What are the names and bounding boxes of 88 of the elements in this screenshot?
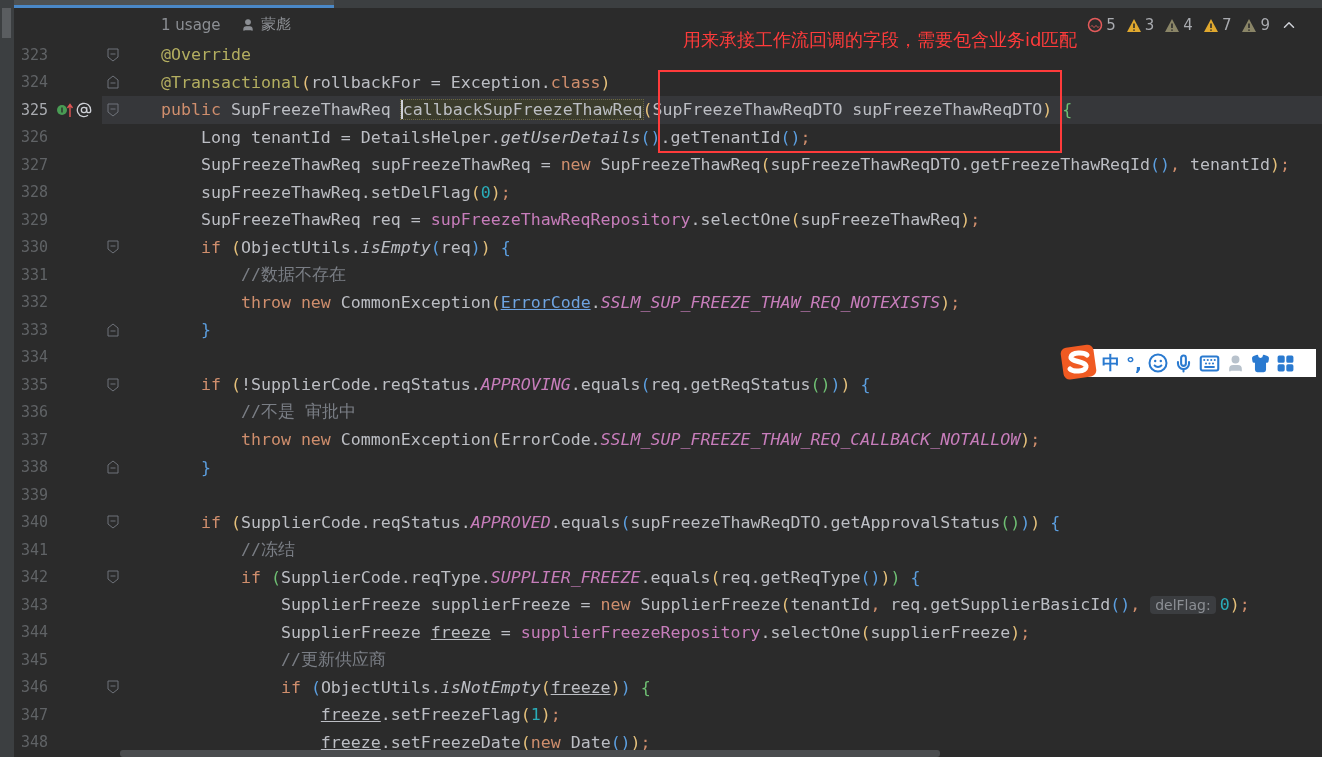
at-sign-icon[interactable]	[76, 101, 92, 118]
fold-icon[interactable]	[107, 570, 119, 585]
line-number: 327	[19, 155, 48, 174]
line-number: 324	[19, 73, 48, 92]
code-line: supFreezeThawReq.setDelFlag(0);	[199, 182, 511, 202]
code-line: if (ObjectUtils.isNotEmpty(freeze)) {	[279, 677, 651, 697]
code-line: //不是 审批中	[239, 401, 356, 424]
code-line: //更新供应商	[279, 648, 386, 671]
punctuation-toggle[interactable]: °,	[1126, 352, 1142, 374]
code-line: SupplierFreeze supplierFreeze = new SupplierFreeze(tenantId, req.getSupplierBasicId(),	[279, 595, 1142, 615]
code-line: 0);	[1219, 595, 1250, 615]
line-number: 336	[19, 403, 48, 422]
code-line: @Transactional(rollbackFor = Exception.class)	[161, 72, 611, 92]
line-number: 328	[19, 183, 48, 202]
line-number: 325	[19, 100, 48, 119]
keyboard-icon[interactable]	[1198, 352, 1220, 374]
problem-count[interactable]: 3	[1144, 16, 1155, 34]
line-number: 344	[19, 623, 48, 642]
code-line: Long tenantId = DetailsHelper.getUserDetails().getTenantId();	[199, 127, 811, 147]
fold-icon[interactable]	[107, 102, 119, 117]
warning-icon	[1241, 17, 1258, 33]
usage-count[interactable]: 1 usage	[161, 15, 221, 34]
problem-count[interactable]: 5	[1106, 16, 1116, 34]
line-number: 345	[19, 650, 48, 669]
fold-icon[interactable]	[107, 47, 119, 62]
fold-icon[interactable]	[107, 322, 119, 337]
line-number: 323	[19, 45, 48, 64]
line-number: 341	[19, 540, 48, 559]
code-line: if (SupplierCode.reqStatus.APPROVED.equals(supFreezeThawReqDTO.getApprovalStatus())) {	[199, 512, 1061, 532]
line-number: 326	[19, 128, 48, 147]
fold-icon[interactable]	[107, 240, 119, 255]
line-number: 329	[19, 210, 48, 229]
person-icon	[240, 17, 255, 32]
code-line: //冻结	[239, 538, 295, 561]
line-number: 340	[19, 513, 48, 532]
code-line: @Override	[161, 45, 251, 65]
code-line: //数据不存在	[239, 263, 346, 286]
tab-bar[interactable]	[0, 0, 1322, 8]
line-number: 346	[19, 678, 48, 697]
scrollbar-thumb[interactable]	[2, 8, 11, 38]
line-number: 337	[19, 430, 48, 449]
line-number: 334	[19, 348, 48, 367]
line-number: 347	[19, 705, 48, 724]
grid-icon[interactable]	[1275, 353, 1295, 373]
scrollbar-thumb[interactable]	[120, 750, 940, 757]
fold-icon[interactable]	[107, 515, 119, 530]
annotation-text: 用来承接工作流回调的字段，需要包含业务id匹配	[683, 28, 1078, 52]
scrollbar-track[interactable]	[0, 8, 14, 757]
code-line: freeze.setFreezeFlag(1);	[319, 705, 561, 725]
code-line: }	[199, 457, 211, 477]
code-line: if (!SupplierCode.reqStatus.APPROVING.equals(req.getReqStatus())) {	[199, 375, 871, 395]
implements-up-arrow-icon[interactable]	[56, 101, 74, 118]
input-mode-toggle[interactable]: 中	[1102, 351, 1120, 375]
problem-count[interactable]: 7	[1221, 16, 1232, 34]
error-icon	[1087, 17, 1104, 33]
warning-icon	[1202, 17, 1219, 33]
code-line: throw new CommonException(ErrorCode.SSLM_SUP_FREEZE_THAW_REQ_CALLBACK_NOTALLOW);	[239, 430, 1041, 450]
fold-icon[interactable]	[107, 377, 119, 392]
warning-icon	[1164, 17, 1181, 33]
line-number: 332	[19, 293, 48, 312]
code-line: throw new CommonException(ErrorCode.SSLM_SUP_FREEZE_THAW_REQ_NOTEXISTS);	[239, 292, 961, 312]
line-number: 330	[19, 238, 48, 257]
code-line: SupFreezeThawReq req = supFreezeThawReqRepository.selectOne(supFreezeThawReq);	[199, 210, 981, 230]
line-number: 335	[19, 375, 48, 394]
line-number: 338	[19, 458, 48, 477]
code-line: if (ObjectUtils.isEmpty(req)) {	[199, 237, 511, 257]
line-number: 348	[19, 733, 48, 752]
problem-count[interactable]: 9	[1260, 16, 1270, 34]
fold-icon[interactable]	[107, 460, 119, 475]
parameter-hint: delFlag:	[1150, 595, 1216, 614]
problem-count[interactable]: 4	[1183, 16, 1193, 34]
code-line: }	[199, 320, 211, 340]
shirt-icon[interactable]	[1250, 353, 1270, 373]
author-name[interactable]: 蒙彪	[260, 15, 291, 34]
line-number: 342	[19, 568, 48, 587]
warning-icon	[1125, 17, 1142, 33]
line-number: 339	[19, 485, 48, 504]
line-number: 331	[19, 265, 48, 284]
code-line: SupFreezeThawReq supFreezeThawReq = new SupFreezeThawReq(supFreezeThawReqDTO.getFreezeThawReqId(), tenantId);	[199, 155, 1290, 175]
code-line: if (SupplierCode.reqType.SUPPLIER_FREEZE.equals(req.getReqType())) {	[239, 567, 921, 587]
line-number: 333	[19, 320, 48, 339]
line-number: 343	[19, 595, 48, 614]
code-line: freeze.setFreezeDate(new Date());	[319, 732, 651, 752]
code-line: SupplierFreeze freeze = supplierFreezeRepository.selectOne(supplierFreeze);	[279, 622, 1031, 642]
smiley-icon[interactable]	[1147, 353, 1168, 373]
ime-logo[interactable]	[1060, 344, 1098, 380]
fold-icon[interactable]	[107, 75, 119, 90]
fold-icon[interactable]	[107, 680, 119, 695]
